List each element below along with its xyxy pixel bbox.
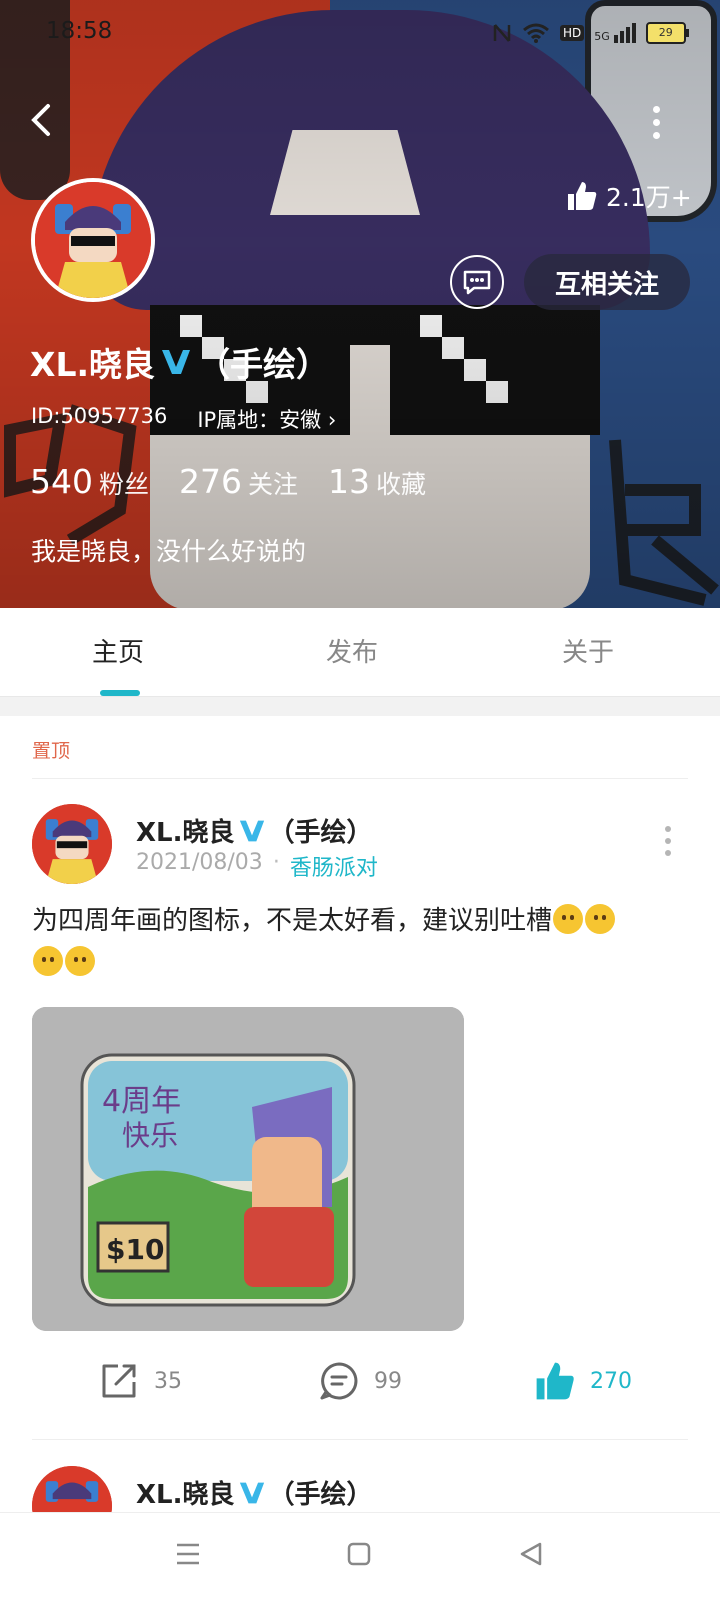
profile-name: XL.晓良 （手绘） xyxy=(30,338,329,386)
post-channel[interactable]: 香肠派对 xyxy=(290,850,378,882)
stat-followers[interactable]: 540 粉丝 xyxy=(30,462,149,501)
chat-bubble-icon xyxy=(463,270,491,295)
tab-posts[interactable]: 发布 xyxy=(326,632,378,669)
verified-icon xyxy=(239,1482,264,1503)
post-meta: 2021/08/03 · 香肠派对 xyxy=(136,850,378,882)
message-button[interactable] xyxy=(450,255,504,309)
like-count: 270 xyxy=(590,1368,632,1394)
emoji-icon xyxy=(553,904,584,934)
profile-bio: 我是晓良，没什么好说的 xyxy=(31,537,307,566)
thumbs-up-icon xyxy=(536,1362,574,1400)
follow-button[interactable]: 互相关注 xyxy=(524,254,690,310)
status-icons: HD 5G 29 xyxy=(492,20,689,46)
verified-icon xyxy=(239,820,264,841)
comment-count: 99 xyxy=(374,1368,402,1394)
drawing-line2: 快乐 xyxy=(122,1119,178,1152)
ip-location[interactable]: IP属地：安徽 › xyxy=(197,404,336,434)
battery-icon: 29 xyxy=(645,22,689,44)
hd-icon: HD xyxy=(560,25,585,41)
nfc-icon xyxy=(493,24,511,42)
post-more-button[interactable] xyxy=(665,826,671,856)
emoji-icon xyxy=(585,904,616,934)
divider xyxy=(32,778,688,779)
system-nav-bar xyxy=(0,1512,720,1601)
signal-icon: 5G xyxy=(594,23,636,43)
sign-text: $10 xyxy=(106,1233,164,1266)
like-total-value: 2.1万+ xyxy=(606,183,692,212)
profile-id: ID:50957736 xyxy=(31,404,168,428)
profile-avatar[interactable] xyxy=(31,178,155,302)
emoji-icon xyxy=(65,946,95,976)
profile-stats: 540 粉丝 276 关注 13 收藏 xyxy=(30,462,426,501)
post-author-name[interactable]: XL.晓良 （手绘） xyxy=(136,1474,373,1511)
share-count: 35 xyxy=(154,1368,182,1394)
home-icon[interactable] xyxy=(346,1541,372,1567)
post-image[interactable]: $10 4周年 快乐 xyxy=(32,1007,464,1331)
post-author-avatar[interactable] xyxy=(32,804,112,884)
post-actions: 35 99 270 xyxy=(0,1360,720,1416)
like-button[interactable]: 270 xyxy=(534,1360,632,1402)
avatar-illustration xyxy=(32,804,112,884)
more-options-button[interactable] xyxy=(636,100,676,150)
drawing-line1: 4周年 xyxy=(102,1084,181,1119)
meta-separator: · xyxy=(272,850,280,875)
divider xyxy=(32,1439,688,1440)
profile-name-suffix: （手绘） xyxy=(197,345,330,384)
stat-favorites[interactable]: 13 收藏 xyxy=(328,462,426,501)
comment-icon xyxy=(320,1362,358,1400)
post-text: 为四周年画的图标，不是太好看，建议别吐槽 xyxy=(32,900,692,984)
back-button[interactable] xyxy=(26,100,66,144)
post-date: 2021/08/03 xyxy=(136,850,263,875)
tab-home[interactable]: 主页 xyxy=(92,632,144,669)
avatar-illustration xyxy=(35,182,151,298)
share-button[interactable]: 35 xyxy=(98,1360,182,1402)
stat-following[interactable]: 276 关注 xyxy=(179,462,298,501)
drawing-photo: $10 4周年 快乐 xyxy=(32,1007,464,1331)
share-icon xyxy=(102,1364,136,1398)
thumbs-up-icon xyxy=(568,182,597,210)
profile-name-text: XL.晓良 xyxy=(30,345,156,384)
chevron-left-icon xyxy=(31,104,50,136)
back-nav-icon[interactable] xyxy=(518,1541,544,1567)
tab-active-indicator xyxy=(100,690,140,696)
pinned-label: 置顶 xyxy=(32,740,71,762)
comment-button[interactable]: 99 xyxy=(318,1360,402,1402)
emoji-icon xyxy=(33,946,63,976)
tab-about[interactable]: 关于 xyxy=(562,632,614,669)
menu-icon[interactable] xyxy=(174,1541,202,1567)
profile-tabs: 主页 发布 关于 xyxy=(0,608,720,697)
section-gap xyxy=(0,697,720,716)
chevron-right-icon: › xyxy=(327,408,337,432)
status-time: 18:58 xyxy=(46,18,113,44)
profile-id-row: ID:50957736 IP属地：安徽 › xyxy=(31,404,336,434)
post-author-name[interactable]: XL.晓良 （手绘） xyxy=(136,812,373,849)
wifi-icon xyxy=(523,23,549,43)
verified-icon xyxy=(162,350,191,374)
total-likes: 2.1万+ xyxy=(566,176,692,216)
